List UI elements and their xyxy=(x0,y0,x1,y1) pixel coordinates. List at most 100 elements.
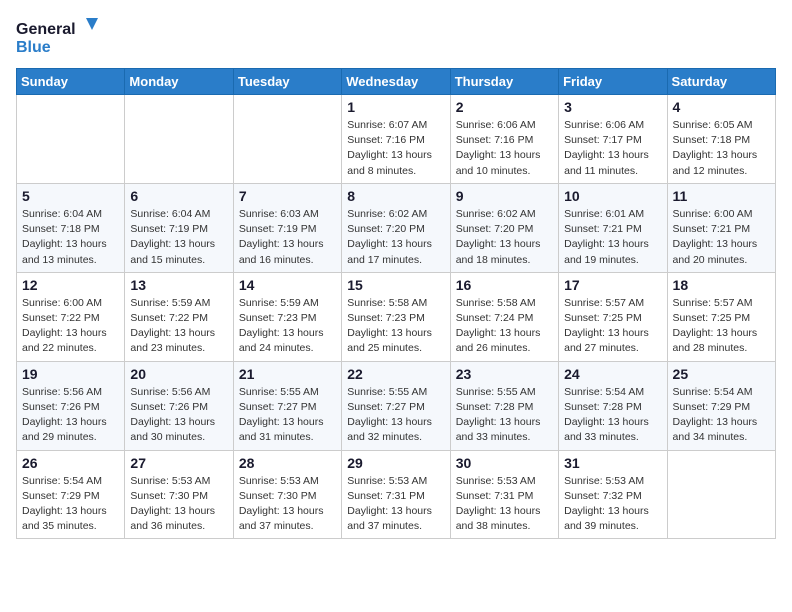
calendar-cell: 5 Sunrise: 6:04 AMSunset: 7:18 PMDaylight… xyxy=(17,183,125,272)
calendar-cell: 18Sunrise: 5:57 AMSunset: 7:25 PMDayligh… xyxy=(667,272,775,361)
calendar-cell: 10Sunrise: 6:01 AMSunset: 7:21 PMDayligh… xyxy=(559,183,667,272)
day-detail: Sunrise: 5:54 AMSunset: 7:28 PMDaylight:… xyxy=(564,385,661,446)
calendar-week-2: 5 Sunrise: 6:04 AMSunset: 7:18 PMDaylight… xyxy=(17,183,776,272)
calendar-week-1: 1 Sunrise: 6:07 AMSunset: 7:16 PMDaylight… xyxy=(17,95,776,184)
day-detail: Sunrise: 6:06 AMSunset: 7:16 PMDaylight:… xyxy=(456,118,553,179)
weekday-header-sunday: Sunday xyxy=(17,69,125,95)
calendar-cell: 9 Sunrise: 6:02 AMSunset: 7:20 PMDaylight… xyxy=(450,183,558,272)
calendar-cell: 29 Sunrise: 5:53 AMSunset: 7:31 PMDayligh… xyxy=(342,450,450,539)
calendar-cell: 8Sunrise: 6:02 AMSunset: 7:20 PMDaylight… xyxy=(342,183,450,272)
day-detail: Sunrise: 6:01 AMSunset: 7:21 PMDaylight:… xyxy=(564,207,661,268)
svg-text:Blue: Blue xyxy=(16,39,51,56)
day-detail: Sunrise: 6:06 AMSunset: 7:17 PMDaylight:… xyxy=(564,118,661,179)
day-number: 31 xyxy=(564,455,661,471)
day-number: 19 xyxy=(22,366,119,382)
weekday-header-saturday: Saturday xyxy=(667,69,775,95)
calendar-week-3: 12 Sunrise: 6:00 AMSunset: 7:22 PMDayligh… xyxy=(17,272,776,361)
day-number: 3 xyxy=(564,99,661,115)
day-number: 12 xyxy=(22,277,119,293)
calendar-cell: 13Sunrise: 5:59 AMSunset: 7:22 PMDayligh… xyxy=(125,272,233,361)
calendar-cell: 26 Sunrise: 5:54 AMSunset: 7:29 PMDayligh… xyxy=(17,450,125,539)
day-detail: Sunrise: 5:54 AMSunset: 7:29 PMDaylight:… xyxy=(22,474,119,535)
calendar-cell: 27 Sunrise: 5:53 AMSunset: 7:30 PMDayligh… xyxy=(125,450,233,539)
day-number: 5 xyxy=(22,188,119,204)
calendar-cell: 7 Sunrise: 6:03 AMSunset: 7:19 PMDaylight… xyxy=(233,183,341,272)
calendar-cell: 28Sunrise: 5:53 AMSunset: 7:30 PMDayligh… xyxy=(233,450,341,539)
calendar-cell: 30 Sunrise: 5:53 AMSunset: 7:31 PMDayligh… xyxy=(450,450,558,539)
day-detail: Sunrise: 5:53 AMSunset: 7:30 PMDaylight:… xyxy=(130,474,227,535)
day-detail: Sunrise: 5:53 AMSunset: 7:31 PMDaylight:… xyxy=(456,474,553,535)
calendar-cell: 17Sunrise: 5:57 AMSunset: 7:25 PMDayligh… xyxy=(559,272,667,361)
day-detail: Sunrise: 5:55 AMSunset: 7:28 PMDaylight:… xyxy=(456,385,553,446)
calendar-cell xyxy=(667,450,775,539)
calendar-cell: 24 Sunrise: 5:54 AMSunset: 7:28 PMDayligh… xyxy=(559,361,667,450)
calendar-cell: 4 Sunrise: 6:05 AMSunset: 7:18 PMDaylight… xyxy=(667,95,775,184)
svg-text:General: General xyxy=(16,21,76,38)
day-number: 24 xyxy=(564,366,661,382)
day-number: 6 xyxy=(130,188,227,204)
day-detail: Sunrise: 6:00 AMSunset: 7:22 PMDaylight:… xyxy=(22,296,119,357)
day-detail: Sunrise: 5:58 AMSunset: 7:24 PMDaylight:… xyxy=(456,296,553,357)
day-number: 27 xyxy=(130,455,227,471)
day-number: 21 xyxy=(239,366,336,382)
day-detail: Sunrise: 5:53 AMSunset: 7:32 PMDaylight:… xyxy=(564,474,661,535)
day-number: 15 xyxy=(347,277,444,293)
day-number: 2 xyxy=(456,99,553,115)
weekday-header-monday: Monday xyxy=(125,69,233,95)
calendar-cell: 15 Sunrise: 5:58 AMSunset: 7:23 PMDayligh… xyxy=(342,272,450,361)
calendar-cell: 12 Sunrise: 6:00 AMSunset: 7:22 PMDayligh… xyxy=(17,272,125,361)
calendar-cell: 31 Sunrise: 5:53 AMSunset: 7:32 PMDayligh… xyxy=(559,450,667,539)
calendar-cell: 6Sunrise: 6:04 AMSunset: 7:19 PMDaylight… xyxy=(125,183,233,272)
day-number: 18 xyxy=(673,277,770,293)
day-number: 26 xyxy=(22,455,119,471)
day-detail: Sunrise: 5:56 AMSunset: 7:26 PMDaylight:… xyxy=(22,385,119,446)
day-detail: Sunrise: 6:02 AMSunset: 7:20 PMDaylight:… xyxy=(456,207,553,268)
calendar-cell: 23 Sunrise: 5:55 AMSunset: 7:28 PMDayligh… xyxy=(450,361,558,450)
weekday-header-thursday: Thursday xyxy=(450,69,558,95)
day-detail: Sunrise: 5:58 AMSunset: 7:23 PMDaylight:… xyxy=(347,296,444,357)
day-number: 28 xyxy=(239,455,336,471)
day-detail: Sunrise: 6:07 AMSunset: 7:16 PMDaylight:… xyxy=(347,118,444,179)
day-detail: Sunrise: 6:00 AMSunset: 7:21 PMDaylight:… xyxy=(673,207,770,268)
day-number: 17 xyxy=(564,277,661,293)
calendar-header-row: SundayMondayTuesdayWednesdayThursdayFrid… xyxy=(17,69,776,95)
weekday-header-friday: Friday xyxy=(559,69,667,95)
day-number: 22 xyxy=(347,366,444,382)
calendar-week-4: 19 Sunrise: 5:56 AMSunset: 7:26 PMDayligh… xyxy=(17,361,776,450)
day-number: 1 xyxy=(347,99,444,115)
day-number: 23 xyxy=(456,366,553,382)
calendar-cell: 25 Sunrise: 5:54 AMSunset: 7:29 PMDayligh… xyxy=(667,361,775,450)
calendar-cell xyxy=(233,95,341,184)
calendar-body: 1 Sunrise: 6:07 AMSunset: 7:16 PMDaylight… xyxy=(17,95,776,539)
day-number: 7 xyxy=(239,188,336,204)
day-number: 4 xyxy=(673,99,770,115)
day-detail: Sunrise: 6:02 AMSunset: 7:20 PMDaylight:… xyxy=(347,207,444,268)
calendar-cell: 19 Sunrise: 5:56 AMSunset: 7:26 PMDayligh… xyxy=(17,361,125,450)
day-detail: Sunrise: 5:56 AMSunset: 7:26 PMDaylight:… xyxy=(130,385,227,446)
day-number: 30 xyxy=(456,455,553,471)
day-number: 14 xyxy=(239,277,336,293)
day-detail: Sunrise: 5:53 AMSunset: 7:31 PMDaylight:… xyxy=(347,474,444,535)
calendar-week-5: 26 Sunrise: 5:54 AMSunset: 7:29 PMDayligh… xyxy=(17,450,776,539)
logo-icon: GeneralBlue xyxy=(16,16,106,56)
day-number: 9 xyxy=(456,188,553,204)
calendar-cell: 1 Sunrise: 6:07 AMSunset: 7:16 PMDaylight… xyxy=(342,95,450,184)
calendar-cell xyxy=(17,95,125,184)
day-detail: Sunrise: 6:03 AMSunset: 7:19 PMDaylight:… xyxy=(239,207,336,268)
weekday-header-wednesday: Wednesday xyxy=(342,69,450,95)
day-number: 13 xyxy=(130,277,227,293)
day-detail: Sunrise: 5:54 AMSunset: 7:29 PMDaylight:… xyxy=(673,385,770,446)
calendar-cell: 20 Sunrise: 5:56 AMSunset: 7:26 PMDayligh… xyxy=(125,361,233,450)
calendar-cell: 2 Sunrise: 6:06 AMSunset: 7:16 PMDaylight… xyxy=(450,95,558,184)
calendar-cell: 14Sunrise: 5:59 AMSunset: 7:23 PMDayligh… xyxy=(233,272,341,361)
day-detail: Sunrise: 5:55 AMSunset: 7:27 PMDaylight:… xyxy=(347,385,444,446)
day-number: 25 xyxy=(673,366,770,382)
calendar: SundayMondayTuesdayWednesdayThursdayFrid… xyxy=(16,68,776,539)
day-detail: Sunrise: 6:05 AMSunset: 7:18 PMDaylight:… xyxy=(673,118,770,179)
page-header: GeneralBlue xyxy=(16,16,776,56)
day-number: 20 xyxy=(130,366,227,382)
day-number: 11 xyxy=(673,188,770,204)
day-number: 29 xyxy=(347,455,444,471)
day-detail: Sunrise: 6:04 AMSunset: 7:18 PMDaylight:… xyxy=(22,207,119,268)
calendar-cell: 22 Sunrise: 5:55 AMSunset: 7:27 PMDayligh… xyxy=(342,361,450,450)
